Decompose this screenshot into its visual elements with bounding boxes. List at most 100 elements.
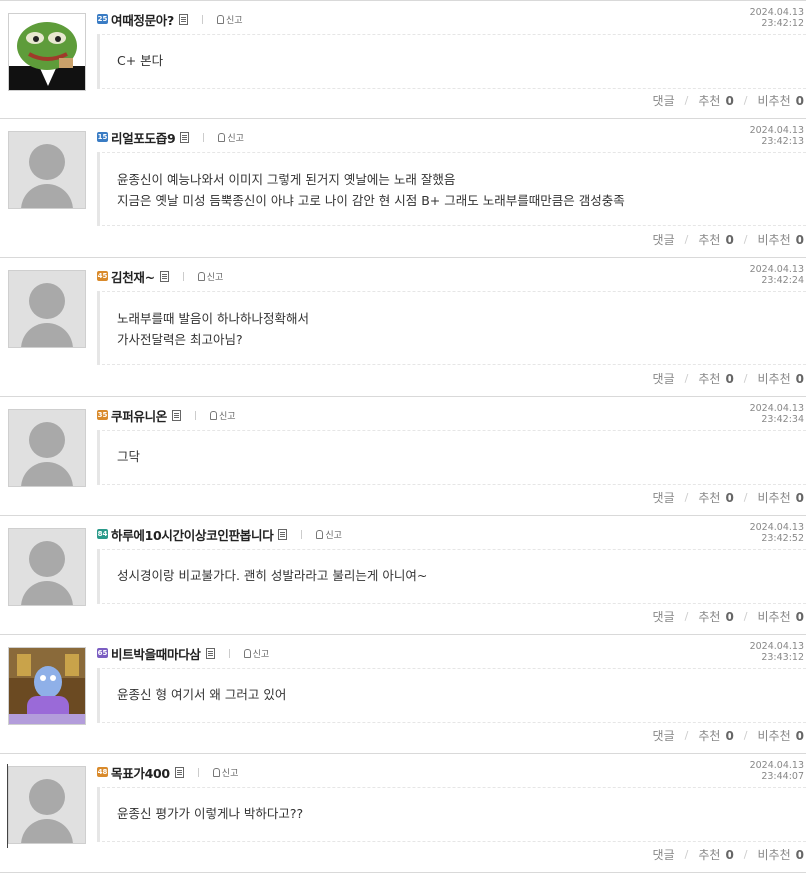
report-button[interactable]: 신고 — [243, 647, 269, 660]
nickname[interactable]: 목표가400 — [111, 763, 170, 782]
comment-text-line: 지금은 옛날 미성 듬뿍종신이 아냐 고로 나이 감안 현 시점 B+ 그래도 … — [117, 193, 625, 208]
divider: / — [684, 372, 689, 385]
avatar[interactable] — [8, 766, 86, 844]
avatar-body-shape — [21, 581, 73, 605]
divider: / — [743, 729, 748, 742]
reply-button[interactable]: 댓글 — [653, 370, 675, 387]
recommend-button[interactable]: 추천 0 — [698, 727, 733, 744]
comment-body: 성시경이랑 비교불가다. 괜히 성발라라고 불리는게 아니여~ — [97, 549, 806, 604]
avatar[interactable] — [8, 409, 86, 487]
report-icon — [216, 14, 224, 24]
reply-button[interactable]: 댓글 — [653, 92, 675, 109]
nickname[interactable]: 김천재~ — [111, 267, 155, 286]
nickname[interactable]: 비트박을때마다삼 — [111, 644, 201, 663]
not-recommend-button[interactable]: 비추천 0 — [758, 92, 804, 109]
avatar-head-shape — [29, 283, 65, 319]
reply-button[interactable]: 댓글 — [653, 846, 675, 863]
avatar-head-shape — [29, 144, 65, 180]
reply-button[interactable]: 댓글 — [653, 489, 675, 506]
comment-item: 65 비트박을때마다삼 신고 2024.04.13 23:43:12 윤종신 형 여기서 … — [0, 635, 806, 754]
recommend-label: 추천 — [698, 94, 721, 108]
memo-icon[interactable] — [174, 766, 184, 778]
report-button[interactable]: 신고 — [218, 131, 244, 144]
report-button[interactable]: 신고 — [316, 528, 342, 541]
timestamp: 2024.04.13 23:42:34 — [750, 403, 804, 425]
comment-item: 45 김천재~ 신고 2024.04.13 23:42:24 노래부를때 발음이 하나하나… — [0, 258, 806, 397]
nickname[interactable]: 여때정문아? — [111, 10, 174, 29]
nickname[interactable]: 쿠퍼유니온 — [111, 406, 167, 425]
nickname[interactable]: 하루에10시간이상코인판봅니다 — [111, 525, 274, 544]
recommend-count: 0 — [725, 729, 734, 743]
recommend-button[interactable]: 추천 0 — [698, 370, 733, 387]
divider: / — [684, 610, 689, 623]
not-recommend-button[interactable]: 비추천 0 — [758, 231, 804, 248]
recommend-button[interactable]: 추천 0 — [698, 231, 733, 248]
avatar-body-shape — [21, 184, 73, 208]
report-icon — [243, 648, 251, 658]
avatar[interactable] — [8, 528, 86, 606]
comment-list: 25 여때정문아? 신고 2024.04.13 23:42:12 C+ 본다 댓글 / 추천 0/… — [0, 0, 806, 873]
not-recommend-label: 비추천 — [757, 94, 791, 108]
comment-body: 그닥 — [97, 430, 806, 485]
report-button[interactable]: 신고 — [197, 270, 224, 283]
comment-actions: 댓글 / 추천 0 / 비추천 0 — [653, 370, 804, 387]
comment-body: 윤종신 평가가 이렇게나 박하다고?? — [97, 787, 806, 842]
recommend-label: 추천 — [698, 491, 721, 505]
comment-header: 84 하루에10시간이상코인판봅니다 신고 — [97, 525, 342, 543]
divider: / — [684, 94, 689, 107]
frog-avatar-image — [9, 14, 85, 90]
timestamp-date: 2024.04.13 — [749, 403, 804, 414]
not-recommend-label: 비추천 — [757, 729, 791, 743]
report-button[interactable]: 신고 — [216, 13, 243, 26]
level-badge: 48 — [97, 767, 108, 777]
report-label: 신고 — [325, 530, 342, 541]
divider — [182, 271, 184, 281]
divider — [195, 410, 197, 420]
not-recommend-label: 비추천 — [757, 233, 791, 247]
recommend-button[interactable]: 추천 0 — [698, 92, 733, 109]
comment-text-line: 윤종신이 예능나와서 이미지 그렇게 된거지 옛날에는 노래 잘했음 — [117, 172, 456, 187]
report-button[interactable]: 신고 — [212, 766, 238, 779]
not-recommend-button[interactable]: 비추천 0 — [758, 727, 804, 744]
report-icon — [316, 529, 324, 539]
reply-button[interactable]: 댓글 — [653, 727, 675, 744]
comment-body: 노래부를때 발음이 하나하나정확해서 가사전달력은 최고아님? — [97, 291, 806, 365]
recommend-button[interactable]: 추천 0 — [698, 608, 733, 625]
divider: / — [743, 491, 748, 504]
not-recommend-button[interactable]: 비추천 0 — [758, 846, 804, 863]
memo-icon[interactable] — [178, 13, 188, 25]
comment-text-line: 그닥 — [117, 449, 141, 464]
not-recommend-count: 0 — [795, 729, 804, 743]
memo-icon[interactable] — [159, 270, 169, 282]
reply-button[interactable]: 댓글 — [653, 231, 675, 248]
comment-header: 48 목표가400 신고 — [97, 763, 238, 781]
not-recommend-button[interactable]: 비추천 0 — [758, 370, 804, 387]
recommend-button[interactable]: 추천 0 — [698, 489, 733, 506]
report-label: 신고 — [206, 272, 224, 283]
avatar[interactable] — [8, 13, 86, 91]
memo-icon[interactable] — [205, 647, 215, 659]
timestamp: 2024.04.13 23:43:12 — [750, 641, 804, 663]
comment-header: 65 비트박을때마다삼 신고 — [97, 644, 269, 662]
report-icon — [197, 271, 205, 281]
memo-icon[interactable] — [180, 131, 190, 143]
memo-icon[interactable] — [278, 528, 288, 540]
avatar[interactable] — [8, 647, 86, 725]
avatar[interactable] — [8, 270, 86, 348]
nickname[interactable]: 리얼포도즙9 — [111, 128, 176, 147]
reply-button[interactable]: 댓글 — [653, 608, 675, 625]
comment-header: 15 리얼포도즙9 신고 — [97, 128, 244, 146]
not-recommend-button[interactable]: 비추천 0 — [758, 608, 804, 625]
recommend-count: 0 — [725, 848, 734, 862]
not-recommend-button[interactable]: 비추천 0 — [758, 489, 804, 506]
avatar[interactable] — [8, 131, 86, 209]
timestamp-time: 23:42:12 — [761, 18, 804, 29]
report-button[interactable]: 신고 — [210, 409, 236, 422]
comment-header: 25 여때정문아? 신고 — [97, 10, 243, 28]
memo-icon[interactable] — [172, 409, 182, 421]
recommend-button[interactable]: 추천 0 — [698, 846, 733, 863]
avatar-body-shape — [21, 323, 73, 347]
divider — [203, 132, 205, 142]
avatar-head-shape — [29, 541, 65, 577]
avatar-head-shape — [29, 422, 65, 458]
